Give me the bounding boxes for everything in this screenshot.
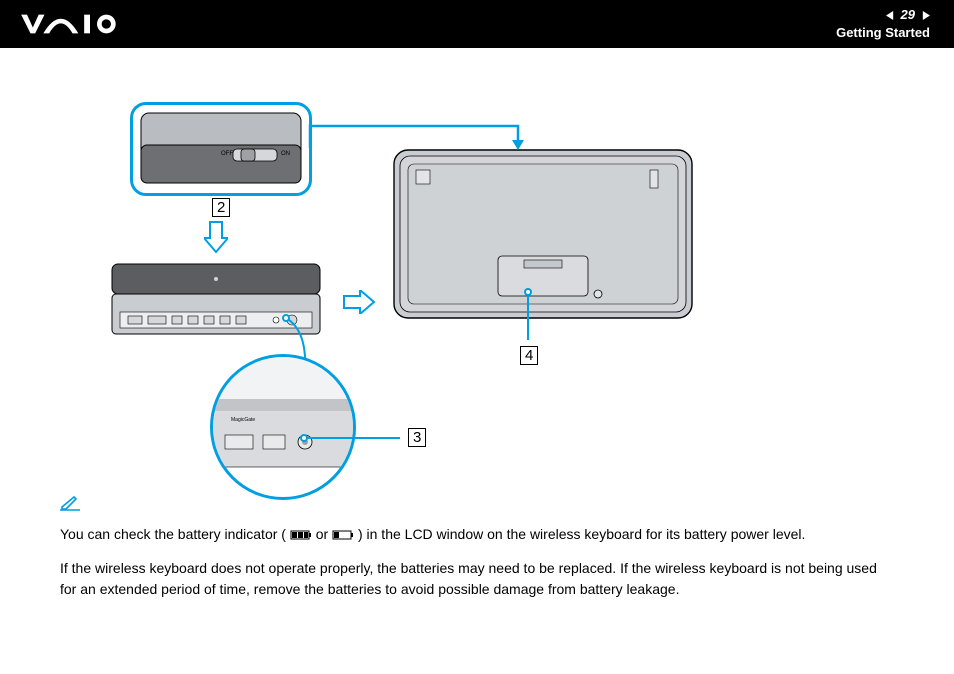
nav-prev-icon[interactable] <box>886 11 895 20</box>
keyboard-back-illustration <box>388 144 698 334</box>
connector-line-top <box>308 120 538 160</box>
note-text-1b: or <box>316 526 332 542</box>
port-closeup-illustration <box>213 357 353 497</box>
callout-label-2: 2 <box>212 198 230 217</box>
battery-full-icon <box>290 525 312 546</box>
callout-label-3: 3 <box>408 428 426 447</box>
note-line-2: If the wireless keyboard does not operat… <box>60 558 894 600</box>
callout-label-4: 4 <box>520 346 538 365</box>
connector-line-4 <box>524 286 532 346</box>
note-icon <box>60 490 894 520</box>
port-label: MagicGate <box>231 417 255 423</box>
callout-switch: OFF ON <box>130 102 312 196</box>
note-text-1a: You can check the battery indicator ( <box>60 526 286 542</box>
note-line-1: You can check the battery indicator ( or… <box>60 524 894 546</box>
nav-next-icon[interactable] <box>921 11 930 20</box>
callout-port: MagicGate <box>210 354 356 500</box>
battery-low-icon <box>332 525 354 546</box>
arrow-right-icon <box>342 290 376 314</box>
switch-closeup-illustration <box>133 105 309 193</box>
header-bar: 29 Getting Started <box>0 0 954 48</box>
arrow-down-icon <box>204 220 228 254</box>
switch-on-label: ON <box>281 151 290 157</box>
page-nav: 29 <box>836 7 930 23</box>
diagram: OFF ON 2 <box>60 72 880 472</box>
note-text-1c: ) in the LCD window on the wireless keyb… <box>358 526 805 542</box>
page-content: OFF ON 2 <box>0 48 954 636</box>
switch-off-label: OFF <box>221 151 233 157</box>
vaio-logo <box>20 10 137 38</box>
connector-line-3-label <box>300 434 410 442</box>
page-number: 29 <box>901 7 915 23</box>
header-right: 29 Getting Started <box>836 7 930 40</box>
note-block: You can check the battery indicator ( or… <box>60 490 894 600</box>
section-title: Getting Started <box>836 25 930 41</box>
